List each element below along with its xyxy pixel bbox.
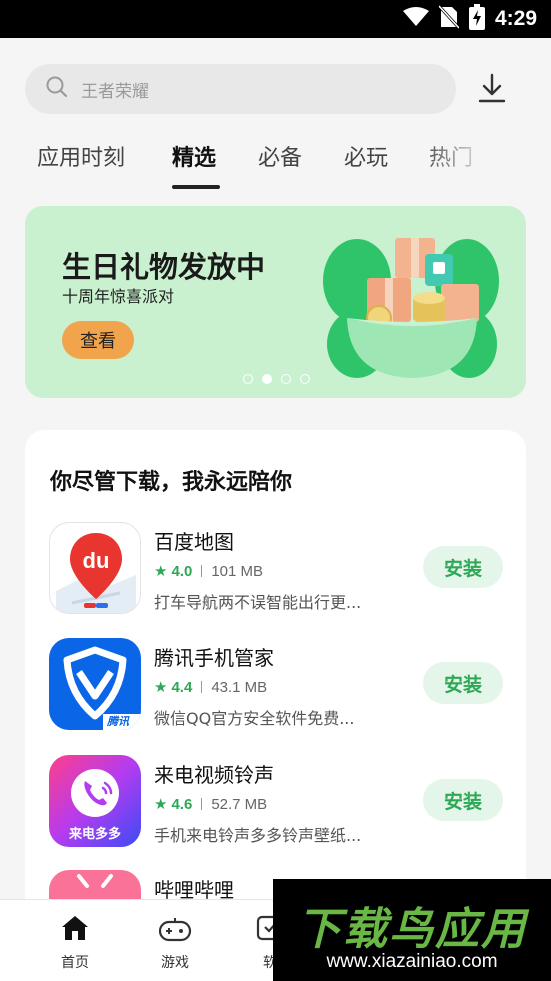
app-list-item[interactable]: 来电多多 来电视频铃声 ★ 4.6 52.7 MB 手机来电铃声多多铃声壁纸..… — [49, 755, 509, 847]
tab-must-play[interactable]: 必玩 — [344, 140, 388, 172]
app-meta: ★ 4.6 52.7 MB — [154, 795, 267, 813]
gift-bowl-illustration — [317, 226, 507, 386]
app-name: 腾讯手机管家 — [154, 646, 274, 670]
star-icon: ★ — [154, 678, 168, 696]
banner-pagination — [243, 374, 310, 384]
app-list-item[interactable]: du 百度地图 ★ 4.0 101 MB 打车导航两不误智能出行更... 安装 — [49, 522, 509, 614]
pagination-dot[interactable] — [300, 374, 310, 384]
meta-divider — [201, 681, 203, 693]
app-name: 百度地图 — [154, 530, 234, 554]
tab-featured[interactable]: 精选 — [172, 140, 216, 172]
battery-charging-icon — [468, 4, 485, 34]
nav-games[interactable]: 游戏 — [145, 914, 205, 972]
tab-essential[interactable]: 必备 — [258, 140, 302, 172]
banner-subtitle: 十周年惊喜派对 — [62, 287, 175, 306]
app-rating: 4.0 — [171, 562, 193, 580]
pagination-dot-active[interactable] — [262, 374, 272, 384]
section-title: 你尽管下载，我永远陪你 — [50, 470, 293, 495]
promo-banner[interactable]: 生日礼物发放中 十周年惊喜派对 查看 — [25, 206, 526, 398]
tab-app-moments[interactable]: 应用时刻 — [37, 140, 125, 172]
wifi-icon — [402, 7, 429, 31]
install-button[interactable]: 安装 — [423, 546, 503, 588]
tencent-manager-icon: 腾讯 — [49, 638, 141, 730]
app-description: 微信QQ官方安全软件免费... — [154, 709, 355, 728]
app-description: 打车导航两不误智能出行更... — [154, 593, 362, 612]
app-size: 43.1 MB — [211, 678, 268, 696]
install-button[interactable]: 安装 — [423, 779, 503, 821]
active-tab-indicator — [172, 185, 220, 189]
category-tabs: 应用时刻 精选 必备 必玩 热门 — [0, 140, 551, 192]
app-size: 52.7 MB — [211, 795, 268, 813]
app-meta: ★ 4.4 43.1 MB — [154, 678, 267, 696]
download-icon — [478, 73, 506, 107]
app-list-item[interactable]: 腾讯 腾讯手机管家 ★ 4.4 43.1 MB 微信QQ官方安全软件免费... … — [49, 638, 509, 730]
star-icon: ★ — [154, 795, 168, 813]
app-meta: ★ 4.0 101 MB — [154, 562, 263, 580]
watermark-title: 下载鸟应用 — [297, 904, 527, 955]
meta-divider — [201, 798, 203, 810]
icon-badge: 来电多多 — [68, 827, 121, 842]
status-time: 4:29 — [494, 7, 537, 30]
search-bar[interactable]: 王者荣耀 — [25, 64, 456, 114]
app-rating: 4.6 — [171, 795, 193, 813]
app-size: 101 MB — [211, 562, 264, 580]
nav-label: 游戏 — [161, 955, 189, 971]
app-rating: 4.4 — [171, 678, 193, 696]
nav-label: 首页 — [61, 955, 89, 971]
status-bar: 4:29 — [0, 0, 551, 38]
download-button[interactable] — [472, 70, 512, 110]
pagination-dot[interactable] — [281, 374, 291, 384]
search-icon — [45, 75, 69, 103]
svg-text:du: du — [83, 548, 110, 573]
install-button[interactable]: 安装 — [423, 662, 503, 704]
pagination-dot[interactable] — [243, 374, 253, 384]
banner-title: 生日礼物发放中 — [62, 250, 266, 284]
watermark: 下载鸟应用 www.xiazainiao.com — [273, 879, 551, 981]
ringtone-icon: 来电多多 — [49, 755, 141, 847]
app-name: 来电视频铃声 — [154, 763, 274, 787]
no-sim-icon — [437, 4, 461, 33]
search-placeholder: 王者荣耀 — [81, 81, 149, 102]
baidu-map-icon: du — [49, 522, 141, 614]
banner-view-button[interactable]: 查看 — [62, 321, 134, 359]
tabs-fade — [420, 140, 490, 180]
home-icon — [60, 914, 90, 946]
gamepad-icon — [158, 914, 192, 946]
icon-badge: 腾讯 — [107, 715, 129, 728]
status-icons: 4:29 — [402, 4, 537, 34]
meta-divider — [201, 565, 203, 577]
watermark-url: www.xiazainiao.com — [326, 951, 498, 972]
nav-home[interactable]: 首页 — [45, 914, 105, 972]
star-icon: ★ — [154, 562, 168, 580]
app-description: 手机来电铃声多多铃声壁纸... — [154, 826, 362, 845]
